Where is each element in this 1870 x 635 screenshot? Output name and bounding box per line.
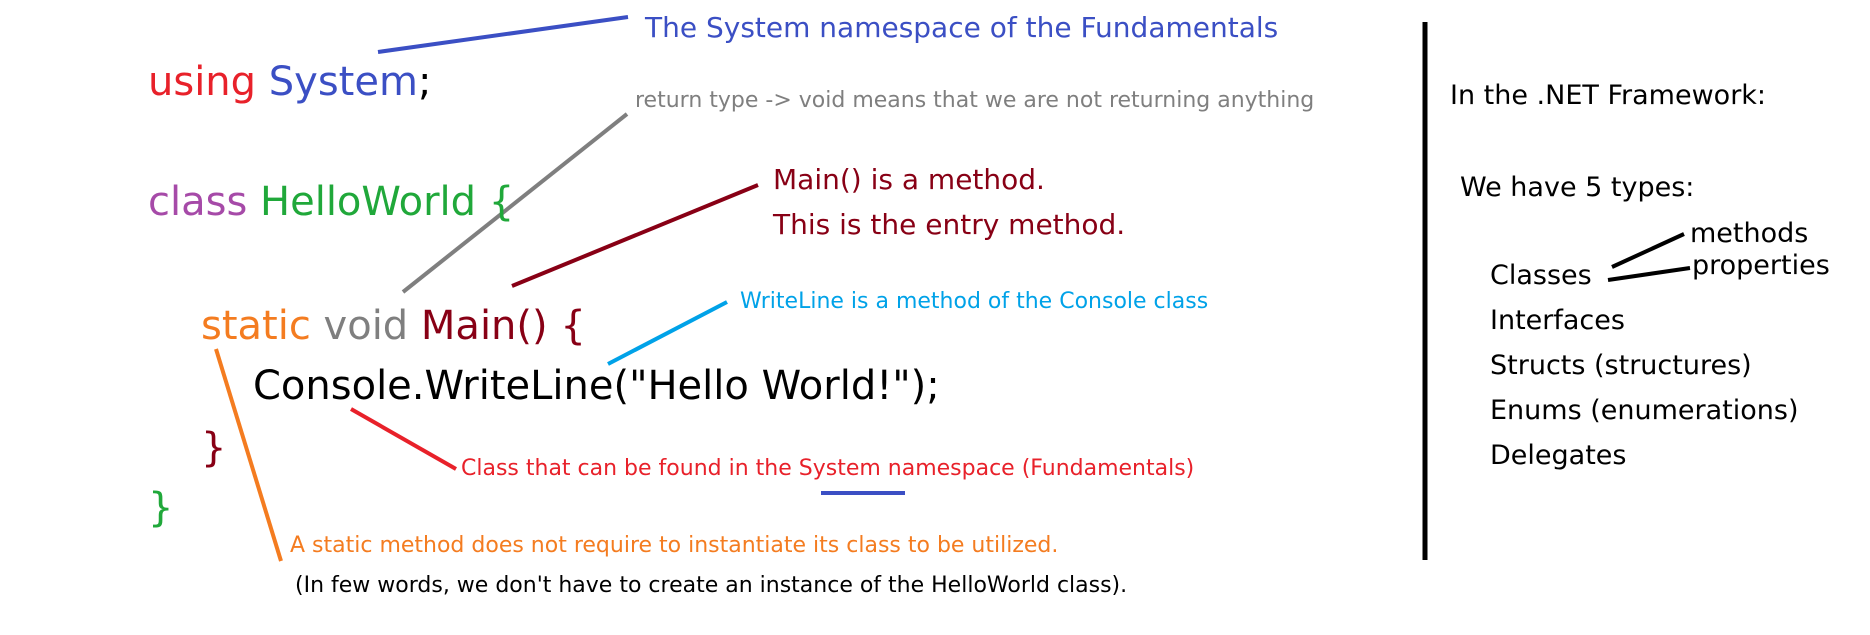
code-line-console: Console.WriteLine("Hello World!"); — [253, 366, 940, 406]
keyword-void: void — [323, 303, 409, 349]
main-pointer-line — [511, 183, 759, 288]
annotation-main-line1: Main() is a method. — [773, 163, 1045, 196]
semicolon: ; — [417, 59, 432, 105]
annotation-static-line2: (In few words, we don't have to create a… — [295, 573, 1128, 598]
namespace-system: System — [268, 59, 418, 105]
type-item-interfaces: Interfaces — [1490, 305, 1625, 336]
class-found-suffix: namespace (Fundamentals) — [880, 456, 1195, 481]
types-heading: We have 5 types: — [1460, 172, 1695, 203]
annotation-static-line1: A static method does not require to inst… — [290, 533, 1059, 558]
annotation-writeline: WriteLine is a method of the Console cla… — [740, 289, 1209, 314]
code-line-class: class HelloWorld { — [148, 182, 514, 222]
close-brace-main: } — [201, 425, 227, 471]
code-line-using: using System; — [148, 62, 431, 102]
properties-connector — [1607, 266, 1691, 282]
methods-connector — [1611, 232, 1685, 269]
main-signature: Main() { — [420, 303, 586, 349]
type-item-enums: Enums (enumerations) — [1490, 395, 1799, 426]
type-item-classes: Classes — [1490, 260, 1592, 291]
annotation-system-namespace: The System namespace of the Fundamentals — [645, 11, 1279, 44]
writeline-pointer-line — [607, 300, 728, 366]
annotation-return-type: return type -> void means that we are no… — [635, 88, 1315, 113]
console-pointer-line — [350, 407, 457, 471]
code-line-main: static void Main() { — [201, 306, 586, 346]
class-found-system: System — [798, 456, 881, 481]
open-brace-class: { — [488, 179, 515, 225]
class-found-prefix: Class that can be found in the — [461, 456, 799, 481]
class-name: HelloWorld — [260, 179, 477, 225]
console-writeline-statement: Console.WriteLine("Hello World!"); — [253, 363, 940, 409]
keyword-using: using — [148, 59, 257, 105]
keyword-static: static — [201, 303, 311, 349]
type-item-structs: Structs (structures) — [1490, 350, 1752, 381]
annotation-class-found: Class that can be found in the System na… — [461, 458, 1194, 480]
system-pointer-line — [377, 15, 629, 54]
annotation-main-line2: This is the entry method. — [773, 208, 1126, 241]
type-item-delegates: Delegates — [1490, 440, 1627, 471]
keyword-class: class — [148, 179, 248, 225]
class-member-methods: methods — [1690, 218, 1809, 249]
close-brace-class: } — [148, 485, 174, 531]
class-member-properties: properties — [1692, 250, 1830, 281]
framework-title: In the .NET Framework: — [1450, 80, 1767, 111]
